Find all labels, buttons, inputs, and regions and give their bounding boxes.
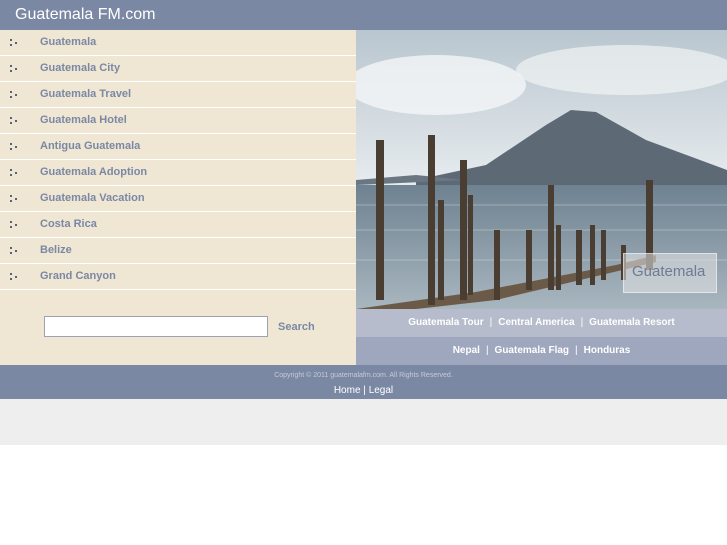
sidebar-item-label[interactable]: Guatemala Hotel — [40, 114, 127, 126]
link-separator: | — [485, 345, 489, 356]
sidebar-item-guatemala-city[interactable]: Guatemala City — [0, 56, 356, 82]
footer-link-legal[interactable]: Legal — [369, 385, 393, 396]
sidebar-item-guatemala-vacation[interactable]: Guatemala Vacation — [0, 186, 356, 212]
sidebar-item-guatemala-adoption[interactable]: Guatemala Adoption — [0, 160, 356, 186]
search-button[interactable]: Search — [278, 321, 315, 333]
link-guatemala-flag[interactable]: Guatemala Flag — [495, 345, 569, 356]
sidebar-item-label[interactable]: Guatemala — [40, 36, 96, 48]
footer-links: Home | Legal — [0, 385, 727, 396]
bullet-icon — [10, 91, 18, 99]
site-footer: Copyright © 2011 guatemalafm.com. All Ri… — [0, 365, 727, 399]
link-separator: | — [580, 317, 584, 328]
photo-caption-box: Guatemala — [623, 253, 717, 293]
sidebar-item-label[interactable]: Guatemala City — [40, 62, 120, 74]
links-row-1: Guatemala Tour | Central America | Guatemala… — [356, 309, 727, 337]
link-guatemala-tour[interactable]: Guatemala Tour — [408, 317, 483, 328]
link-nepal[interactable]: Nepal — [453, 345, 480, 356]
bullet-icon — [10, 247, 18, 255]
sidebar-item-label[interactable]: Guatemala Vacation — [40, 192, 145, 204]
sidebar-item-label[interactable]: Guatemala Adoption — [40, 166, 147, 178]
sidebar-item-label[interactable]: Guatemala Travel — [40, 88, 131, 100]
bullet-icon — [10, 221, 18, 229]
sidebar-item-guatemala-travel[interactable]: Guatemala Travel — [0, 82, 356, 108]
links-row-2: Nepal | Guatemala Flag | Honduras — [356, 337, 727, 365]
bullet-icon — [10, 273, 18, 281]
copyright-text: Copyright © 2011 guatemalafm.com. All Ri… — [274, 372, 453, 379]
sidebar-item-guatemala[interactable]: Guatemala — [0, 30, 356, 56]
sidebar-item-belize[interactable]: Belize — [0, 238, 356, 264]
site-title[interactable]: Guatemala FM.com — [15, 6, 155, 24]
bottom-band — [0, 399, 727, 445]
sidebar-item-label[interactable]: Belize — [40, 244, 72, 256]
bullet-icon — [10, 65, 18, 73]
sidebar-item-label[interactable]: Antigua Guatemala — [40, 140, 140, 152]
sidebar-item-label[interactable]: Costa Rica — [40, 218, 97, 230]
link-separator: | — [575, 345, 578, 356]
sidebar-item-guatemala-hotel[interactable]: Guatemala Hotel — [0, 108, 356, 134]
sidebar-item-antigua-guatemala[interactable]: Antigua Guatemala — [0, 134, 356, 160]
sidebar-item-grand-canyon[interactable]: Grand Canyon — [0, 264, 356, 290]
link-guatemala-resort[interactable]: Guatemala Resort — [589, 317, 675, 328]
footer-link-home[interactable]: Home — [334, 385, 361, 396]
bullet-icon — [10, 143, 18, 151]
sidebar-nav: Guatemala Guatemala City Guatemala Trave… — [0, 30, 356, 290]
bullet-icon — [10, 39, 18, 47]
bullet-icon — [10, 195, 18, 203]
footer-link-separator: | — [363, 385, 366, 396]
photo-caption: Guatemala — [632, 263, 706, 280]
site-header: Guatemala FM.com — [0, 0, 727, 30]
search-input[interactable] — [44, 316, 268, 337]
sidebar: Guatemala Guatemala City Guatemala Trave… — [0, 30, 356, 365]
bullet-icon — [10, 117, 18, 125]
hero-photo: Guatemala — [356, 30, 727, 309]
sidebar-item-label[interactable]: Grand Canyon — [40, 270, 116, 282]
link-central-america[interactable]: Central America — [498, 317, 574, 328]
sidebar-item-costa-rica[interactable]: Costa Rica — [0, 212, 356, 238]
link-honduras[interactable]: Honduras — [584, 345, 631, 356]
bullet-icon — [10, 169, 18, 177]
link-separator: | — [489, 317, 493, 328]
